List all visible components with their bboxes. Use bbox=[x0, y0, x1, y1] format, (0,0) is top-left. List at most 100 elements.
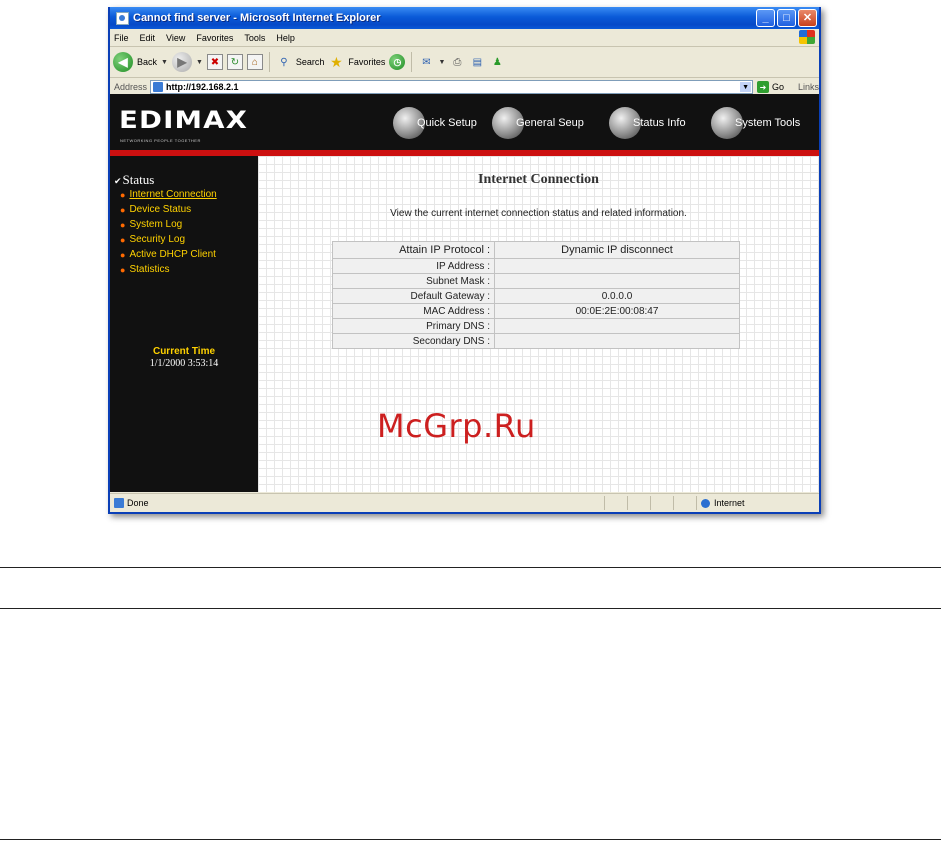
refresh-icon[interactable]: ↻ bbox=[226, 54, 243, 70]
header-banner: EDIMAX NETWORKING PEOPLE TOGETHER Quick … bbox=[110, 94, 819, 150]
status-panel bbox=[604, 496, 627, 510]
nav-label[interactable]: Status Info bbox=[633, 117, 686, 129]
sidebar-item-label: System Log bbox=[129, 219, 183, 230]
main-content: Internet Connection View the current int… bbox=[258, 156, 819, 492]
forward-dropdown-icon[interactable]: ▼ bbox=[196, 59, 203, 66]
row-value bbox=[494, 333, 740, 349]
bullet-icon: ● bbox=[120, 190, 126, 200]
nav-label[interactable]: General Seup bbox=[516, 117, 584, 129]
sidebar: ✔Status ● Internet Connection ● Device Sta… bbox=[110, 156, 258, 492]
back-icon[interactable]: ◀ bbox=[113, 52, 133, 72]
bullet-icon: ● bbox=[120, 235, 126, 245]
sidebar-item-label: Statistics bbox=[129, 264, 170, 275]
mail-icon[interactable]: ✉ bbox=[418, 54, 434, 70]
address-url[interactable]: http://192.168.2.1 bbox=[166, 82, 239, 92]
current-time-label: Current Time bbox=[152, 346, 216, 357]
print-icon[interactable]: ⎙ bbox=[449, 54, 465, 70]
toolbar-separator bbox=[411, 52, 413, 72]
nav-status-info[interactable]: Status Info bbox=[609, 106, 686, 140]
divider-line bbox=[0, 567, 941, 568]
nav-quick-setup[interactable]: Quick Setup bbox=[393, 106, 477, 140]
row-value bbox=[494, 273, 740, 289]
bullet-icon: ● bbox=[120, 220, 126, 230]
status-panels: Internet bbox=[604, 496, 819, 510]
row-value bbox=[494, 258, 740, 274]
toolbar: ◀ Back ▼ ▶ ▼ ✖ ↻ ⌂ ⚲ Search ★ Favorites … bbox=[110, 47, 819, 78]
search-icon[interactable]: ⚲ bbox=[276, 54, 292, 70]
menu-file[interactable]: File bbox=[114, 33, 129, 43]
table-row: Primary DNS : bbox=[332, 318, 740, 334]
home-icon[interactable]: ⌂ bbox=[246, 54, 263, 70]
current-time-value: 1/1/2000 3:53:14 bbox=[149, 358, 219, 369]
status-panel bbox=[627, 496, 650, 510]
go-button[interactable]: Go bbox=[772, 82, 784, 92]
status-bar: Done Internet bbox=[110, 493, 819, 512]
connection-info-table: Attain IP Protocol : Dynamic IP disconnec… bbox=[332, 241, 740, 349]
table-row: Subnet Mask : bbox=[332, 273, 740, 289]
nav-general-setup[interactable]: General Seup bbox=[492, 106, 584, 140]
row-value bbox=[494, 318, 740, 334]
menu-view[interactable]: View bbox=[166, 33, 185, 43]
page-description: View the current internet connection sta… bbox=[390, 208, 687, 219]
history-icon[interactable]: ◷ bbox=[389, 54, 406, 70]
back-dropdown-icon[interactable]: ▼ bbox=[161, 59, 168, 66]
table-row: Attain IP Protocol : Dynamic IP disconnec… bbox=[332, 241, 740, 259]
menu-bar: File Edit View Favorites Tools Help bbox=[110, 29, 819, 47]
menu-help[interactable]: Help bbox=[276, 33, 295, 43]
nav-label[interactable]: System Tools bbox=[735, 117, 800, 129]
bullet-icon: ● bbox=[120, 205, 126, 215]
row-label: Attain IP Protocol : bbox=[332, 241, 495, 259]
sidebar-item-internet-connection[interactable]: ● Internet Connection bbox=[120, 190, 217, 205]
mail-dropdown-icon[interactable]: ▼ bbox=[438, 59, 445, 66]
page-title: Internet Connection bbox=[478, 172, 599, 187]
table-row: Default Gateway :0.0.0.0 bbox=[332, 288, 740, 304]
menu-edit[interactable]: Edit bbox=[140, 33, 156, 43]
window-controls: _ □ ✕ bbox=[756, 9, 819, 27]
search-label[interactable]: Search bbox=[296, 57, 325, 67]
favorites-label[interactable]: Favorites bbox=[348, 57, 385, 67]
logo-tagline: NETWORKING PEOPLE TOGETHER bbox=[120, 138, 201, 143]
row-label: Default Gateway : bbox=[332, 288, 495, 304]
sidebar-heading[interactable]: ✔Status bbox=[114, 172, 154, 188]
sidebar-item-device-status[interactable]: ● Device Status bbox=[120, 205, 217, 220]
edimax-logo: EDIMAX bbox=[119, 106, 249, 134]
minimize-button[interactable]: _ bbox=[756, 9, 775, 27]
nav-system-tools[interactable]: System Tools bbox=[711, 106, 800, 140]
links-button[interactable]: Links bbox=[798, 82, 819, 92]
menu-tools[interactable]: Tools bbox=[244, 33, 265, 43]
address-label: Address bbox=[114, 82, 148, 92]
nav-label[interactable]: Quick Setup bbox=[417, 117, 477, 129]
sidebar-item-active-dhcp-client[interactable]: ● Active DHCP Client bbox=[120, 250, 217, 265]
row-value: 00:0E:2E:00:08:47 bbox=[494, 303, 740, 319]
bullet-icon: ● bbox=[120, 265, 126, 275]
close-button[interactable]: ✕ bbox=[798, 9, 817, 27]
title-bar[interactable]: Cannot find server - Microsoft Internet … bbox=[110, 7, 819, 29]
ie-icon bbox=[116, 11, 129, 25]
sidebar-item-system-log[interactable]: ● System Log bbox=[120, 220, 217, 235]
sidebar-item-label: Security Log bbox=[129, 234, 186, 245]
watermark: McGrp.Ru bbox=[377, 407, 536, 445]
edit-icon[interactable]: ▤ bbox=[469, 54, 485, 70]
row-label: Subnet Mask : bbox=[332, 273, 495, 289]
row-value: 0.0.0.0 bbox=[494, 288, 740, 304]
window-title: Cannot find server - Microsoft Internet … bbox=[133, 12, 381, 24]
menu-favorites[interactable]: Favorites bbox=[196, 33, 233, 43]
address-input[interactable]: http://192.168.2.1 ▼ bbox=[150, 80, 754, 94]
sidebar-item-label: Internet Connection bbox=[129, 189, 217, 200]
sidebar-item-label: Device Status bbox=[129, 204, 192, 215]
status-panel bbox=[650, 496, 673, 510]
sidebar-item-statistics[interactable]: ● Statistics bbox=[120, 265, 217, 280]
sidebar-item-security-log[interactable]: ● Security Log bbox=[120, 235, 217, 250]
divider-line bbox=[0, 608, 941, 609]
favorites-icon[interactable]: ★ bbox=[328, 54, 344, 70]
messenger-icon[interactable]: ♟ bbox=[489, 54, 505, 70]
globe-icon bbox=[701, 498, 710, 508]
maximize-button[interactable]: □ bbox=[777, 9, 796, 27]
sidebar-heading-label: Status bbox=[122, 172, 155, 187]
go-arrow-icon[interactable]: ➜ bbox=[757, 81, 769, 93]
toolbar-separator bbox=[268, 52, 270, 72]
forward-icon[interactable]: ▶ bbox=[171, 52, 192, 72]
back-label[interactable]: Back bbox=[137, 57, 157, 67]
stop-icon[interactable]: ✖ bbox=[206, 54, 223, 70]
address-dropdown-icon[interactable]: ▼ bbox=[740, 82, 752, 92]
